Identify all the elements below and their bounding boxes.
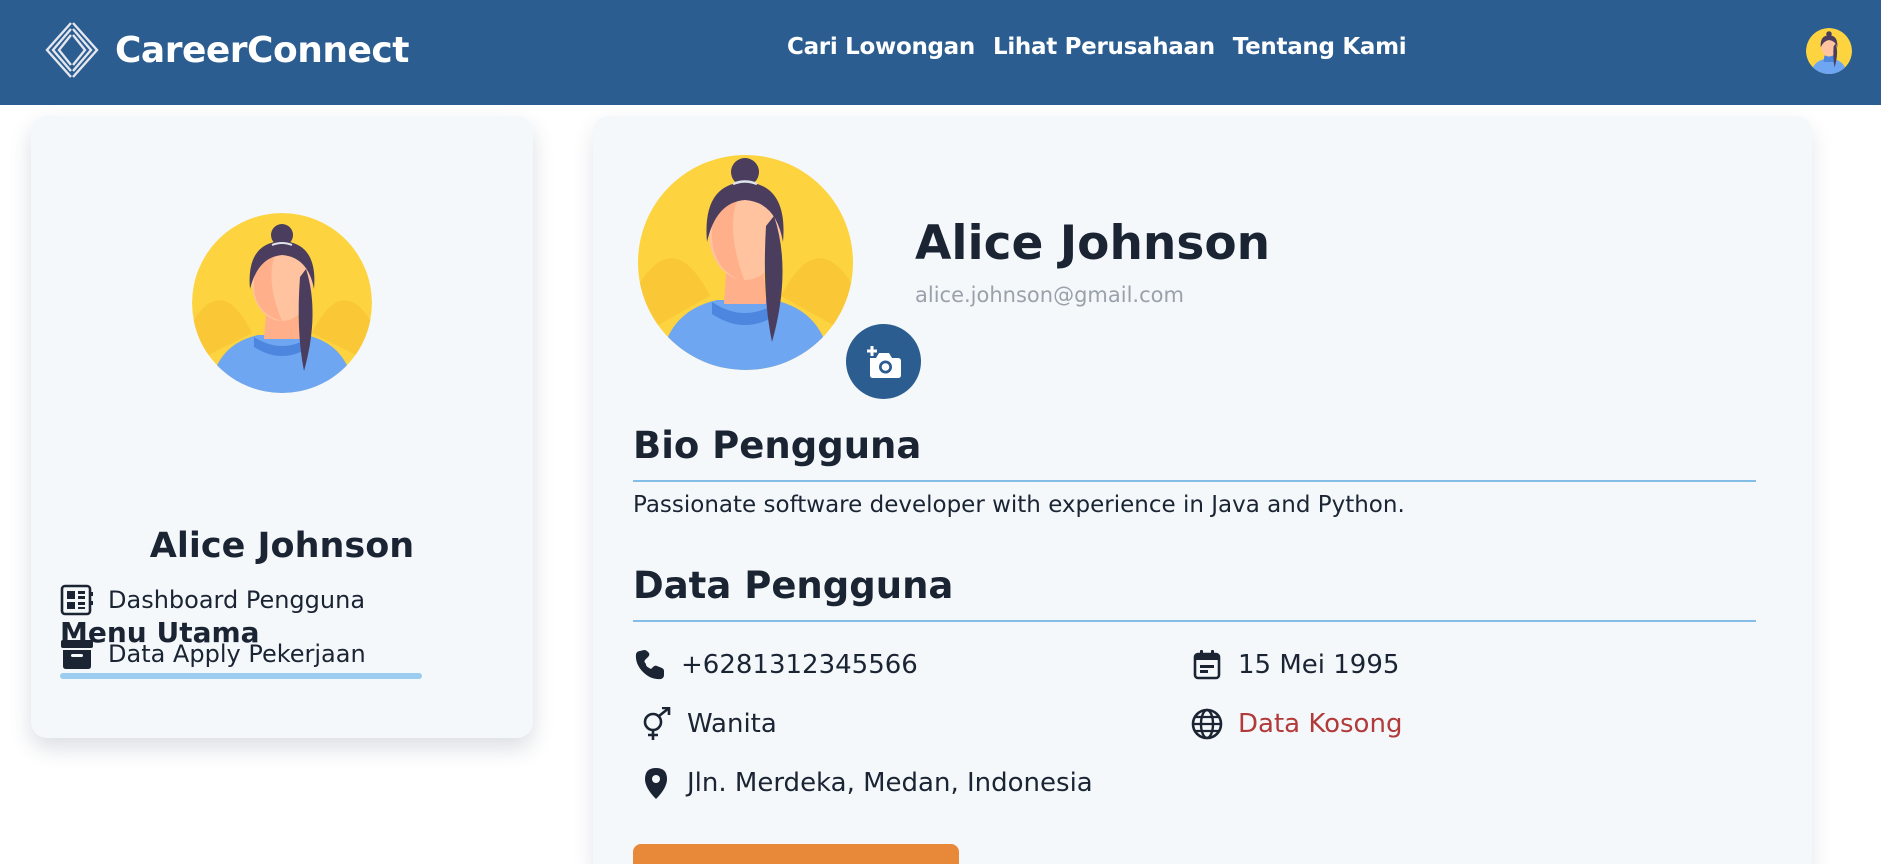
- location-pin-icon: [645, 768, 667, 799]
- website-field: Data Kosong: [1190, 707, 1402, 741]
- avatar-illustration: [638, 155, 853, 370]
- bio-section-title: Bio Pengguna: [633, 424, 922, 467]
- brand-logo-icon: [45, 22, 99, 78]
- bio-text: Passionate software developer with exper…: [633, 492, 1405, 518]
- nav-link-lihat-perusahaan[interactable]: Lihat Perusahaan: [993, 34, 1215, 60]
- phone-value: +6281312345566: [681, 650, 918, 680]
- edit-profile-button[interactable]: [633, 844, 959, 864]
- gender-icon: [643, 707, 671, 740]
- main-nav: Cari Lowongan Lihat Perusahaan Tentang K…: [787, 34, 1407, 60]
- brand[interactable]: CareerConnect: [41, 19, 409, 81]
- dashboard-icon: [60, 584, 93, 616]
- sidebar-item-label: Data Apply Pekerjaan: [108, 640, 366, 668]
- nav-link-tentang-kami[interactable]: Tentang Kami: [1233, 34, 1407, 60]
- sidebar-item-dashboard[interactable]: Dashboard Pengguna: [60, 583, 365, 617]
- profile-name: Alice Johnson: [915, 216, 1271, 271]
- data-section-title: Data Pengguna: [633, 564, 954, 607]
- brand-name: CareerConnect: [115, 29, 409, 71]
- sidebar-avatar: [192, 213, 372, 393]
- avatar-illustration: [1806, 28, 1852, 74]
- sidebar-menu-divider: [60, 673, 422, 679]
- user-avatar-icon[interactable]: [1806, 28, 1852, 74]
- address-field: Jln. Merdeka, Medan, Indonesia: [639, 766, 1093, 800]
- sidebar-card: Alice Johnson Menu Utama Dashboard Pengg…: [31, 116, 533, 738]
- gender-field: Wanita: [639, 707, 777, 741]
- archive-box-icon: [61, 640, 93, 669]
- avatar-illustration: [192, 213, 372, 393]
- birth-date-field: 15 Mei 1995: [1190, 648, 1399, 682]
- gender-value: Wanita: [687, 709, 777, 739]
- sidebar-item-label: Dashboard Pengguna: [108, 586, 366, 614]
- globe-icon: [1191, 708, 1223, 740]
- profile-email: alice.johnson@gmail.com: [915, 283, 1184, 307]
- top-navbar: CareerConnect Cari Lowongan Lihat Perusa…: [0, 0, 1881, 105]
- sidebar-item-data-apply[interactable]: Data Apply Pekerjaan: [60, 637, 366, 671]
- bio-section-divider: [633, 480, 1756, 482]
- sidebar-user-name: Alice Johnson: [149, 526, 415, 566]
- data-section-divider: [633, 620, 1756, 622]
- add-photo-camera-icon: [866, 345, 901, 378]
- phone-icon: [635, 650, 664, 680]
- phone-field: +6281312345566: [633, 648, 918, 682]
- calendar-icon: [1193, 650, 1221, 680]
- profile-card: Alice Johnson alice.johnson@gmail.com Bi…: [593, 116, 1812, 864]
- birth-date-value: 15 Mei 1995: [1238, 650, 1400, 680]
- nav-link-cari-lowongan[interactable]: Cari Lowongan: [787, 34, 975, 60]
- change-photo-button[interactable]: [846, 324, 921, 399]
- address-value: Jln. Merdeka, Medan, Indonesia: [687, 768, 1093, 798]
- website-value: Data Kosong: [1238, 709, 1403, 739]
- profile-avatar: [638, 146, 921, 399]
